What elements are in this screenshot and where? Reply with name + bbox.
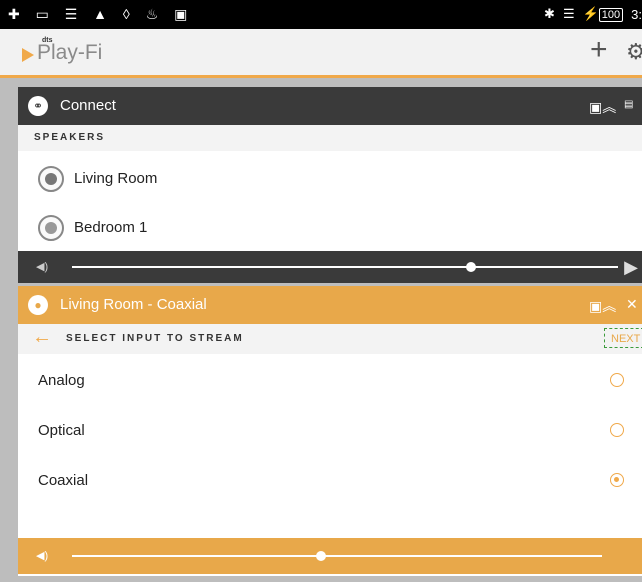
battery-level: 100	[598, 8, 624, 22]
volume-icon: ◀)	[36, 550, 49, 562]
input-name: Coaxial	[38, 472, 89, 489]
back-arrow-icon[interactable]: ←	[32, 326, 52, 349]
zone-title: Living Room - Coaxial	[60, 296, 207, 313]
add-button[interactable]: +	[590, 35, 608, 65]
connect-volume-bar: ◀) ▶	[18, 251, 642, 283]
zone-header: ● Living Room - Coaxial ▣︽ ✕	[18, 286, 642, 324]
connect-title: Connect	[60, 97, 116, 114]
input-name: Optical	[38, 422, 85, 439]
connect-header: ⚭ Connect ▣︽ ▤	[18, 87, 642, 125]
zone-panel: ● Living Room - Coaxial ▣︽ ✕ ← SELECT IN…	[18, 286, 642, 576]
next-button[interactable]: NEXT	[604, 328, 642, 348]
collapse-button[interactable]: ▣︽	[589, 296, 616, 316]
logo-triangle-icon	[22, 48, 34, 62]
status-icons: ✚ ▭ ☰ ▲ ◊ ♨ ▣	[8, 6, 194, 22]
volume-thumb[interactable]	[316, 551, 327, 561]
input-label: SELECT INPUT TO STREAM	[66, 333, 244, 344]
input-row-analog[interactable]: Analog	[18, 356, 642, 406]
volume-icon: ◀)	[36, 261, 49, 273]
bluetooth-icon: ✱	[544, 6, 555, 21]
connect-panel: ⚭ Connect ▣︽ ▤ SPEAKERS Living Room Bedr…	[18, 87, 642, 283]
speaker-name: Bedroom 1	[74, 219, 148, 236]
input-bar: ← SELECT INPUT TO STREAM NEXT	[18, 324, 642, 354]
radio-analog[interactable]	[610, 373, 624, 387]
close-icon: ✕	[626, 296, 638, 312]
logo-brand: dts	[42, 37, 53, 44]
input-name: Analog	[38, 372, 85, 389]
clock: 3:	[631, 6, 642, 22]
speakers-label: SPEAKERS	[18, 125, 642, 151]
collapse-icon: ▣︽	[589, 99, 617, 115]
speaker-bedroom-1[interactable]: Bedroom 1	[18, 205, 642, 251]
status-right: ✱ ☰ ⚡ 100 3:	[544, 6, 642, 22]
app-bar: dts Play-Fi + ⚙	[0, 29, 642, 78]
volume-slider[interactable]	[72, 266, 618, 268]
speaker-living-room[interactable]: Living Room	[18, 156, 642, 202]
collapse-button[interactable]: ▣︽	[589, 97, 616, 117]
volume-thumb[interactable]	[465, 262, 476, 272]
speaker-icon	[38, 166, 64, 192]
volume-slider[interactable]	[72, 555, 602, 557]
logo-text: Play-Fi	[37, 41, 103, 64]
close-button[interactable]: ✕	[626, 296, 638, 313]
input-row-optical[interactable]: Optical	[18, 406, 642, 456]
app-logo: dts Play-Fi	[22, 37, 103, 65]
radio-coaxial[interactable]	[610, 473, 624, 487]
wifi-icon: ☰	[562, 6, 575, 21]
link-speaker-icon	[38, 215, 64, 241]
link-icon: ⚭	[28, 96, 48, 116]
speaker-icon: ●	[28, 295, 48, 315]
group-button[interactable]: ▤	[624, 99, 633, 110]
play-button[interactable]: ▶	[624, 257, 638, 278]
input-row-coaxial[interactable]: Coaxial	[18, 456, 642, 506]
plus-icon: +	[590, 33, 608, 66]
settings-button[interactable]: ⚙	[626, 39, 642, 65]
radio-optical[interactable]	[610, 423, 624, 437]
group-icon: ▤	[624, 99, 634, 110]
gear-icon: ⚙	[626, 39, 642, 64]
collapse-icon: ▣︽	[589, 298, 617, 314]
battery-icon: ⚡ 100	[583, 6, 624, 22]
status-bar: ✚ ▭ ☰ ▲ ◊ ♨ ▣ ✱ ☰ ⚡ 100 3:	[0, 0, 642, 29]
speaker-name: Living Room	[74, 170, 158, 187]
zone-volume-bar: ◀)	[18, 538, 642, 574]
